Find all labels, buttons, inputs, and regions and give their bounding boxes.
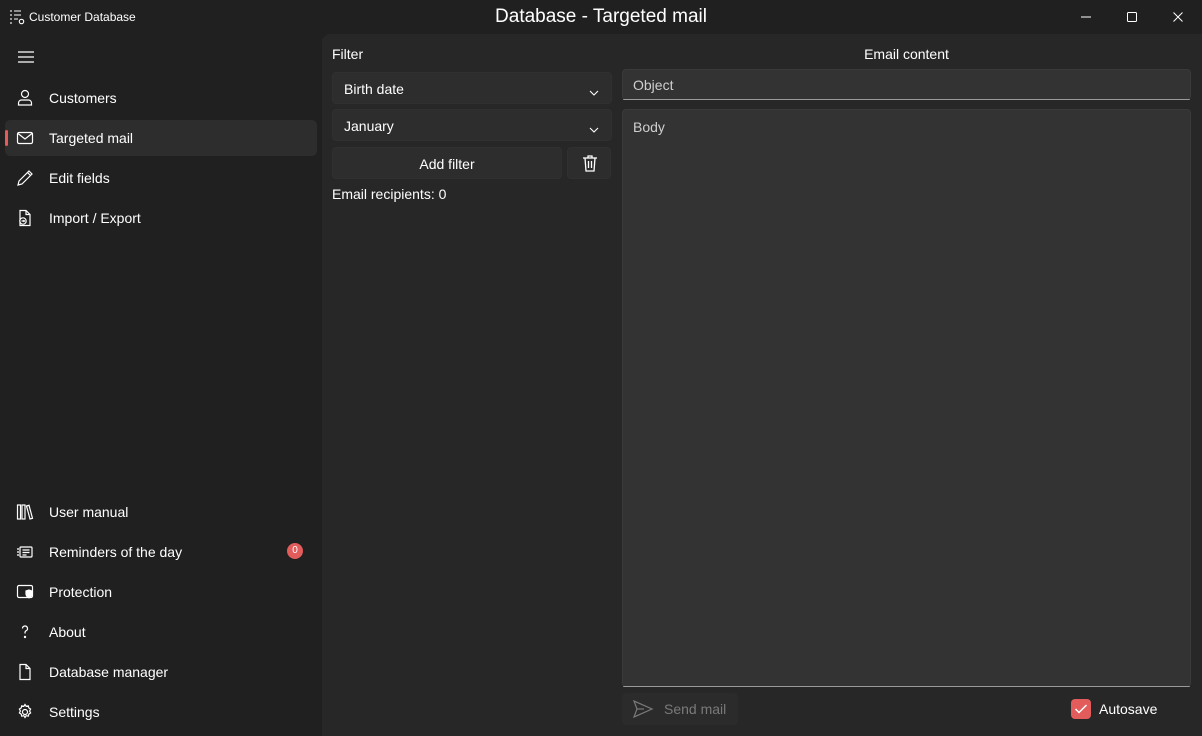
filter-month-select[interactable]: January bbox=[332, 109, 612, 141]
navigation-sidebar: Customers Targeted mail Edit fields Impo… bbox=[0, 34, 322, 736]
sidebar-item-label: Protection bbox=[49, 584, 113, 600]
autosave-label: Autosave bbox=[1099, 701, 1158, 717]
delete-filter-button[interactable] bbox=[567, 147, 611, 179]
sidebar-item-label: Database manager bbox=[49, 664, 169, 680]
sidebar-item-label: Edit fields bbox=[49, 170, 110, 186]
selection-indicator bbox=[5, 130, 8, 146]
gear-icon bbox=[15, 702, 35, 722]
input-underline bbox=[623, 686, 1190, 687]
sidebar-item-settings[interactable]: Settings bbox=[5, 694, 317, 730]
close-icon bbox=[1173, 12, 1183, 22]
sidebar-item-label: Import / Export bbox=[49, 210, 141, 226]
filter-month-value: January bbox=[344, 118, 394, 134]
sidebar-item-import-export[interactable]: Import / Export bbox=[5, 200, 317, 236]
document-icon bbox=[15, 662, 35, 682]
sidebar-item-label: Settings bbox=[49, 704, 100, 720]
add-filter-button[interactable]: Add filter bbox=[332, 147, 562, 179]
sidebar-item-user-manual[interactable]: User manual bbox=[5, 494, 317, 530]
hamburger-icon bbox=[18, 51, 34, 63]
add-filter-label: Add filter bbox=[419, 156, 475, 172]
input-underline bbox=[623, 99, 1190, 100]
chevron-down-icon bbox=[589, 121, 599, 139]
sidebar-item-label: Reminders of the day bbox=[49, 544, 183, 560]
send-icon bbox=[632, 699, 654, 724]
shield-icon bbox=[15, 582, 35, 602]
sidebar-item-customers[interactable]: Customers bbox=[5, 80, 317, 116]
email-content-heading: Email content bbox=[864, 46, 949, 62]
sidebar-item-targeted-mail[interactable]: Targeted mail bbox=[5, 120, 317, 156]
sidebar-item-about[interactable]: About bbox=[5, 614, 317, 650]
sidebar-item-edit-fields[interactable]: Edit fields bbox=[5, 160, 317, 196]
email-recipients-count: Email recipients: 0 bbox=[332, 186, 447, 202]
minimize-icon bbox=[1081, 16, 1091, 18]
trash-icon bbox=[580, 153, 600, 178]
email-body-input[interactable]: Body bbox=[622, 109, 1191, 687]
filter-field-select[interactable]: Birth date bbox=[332, 72, 612, 104]
autosave-checkbox[interactable] bbox=[1071, 699, 1091, 719]
sidebar-item-label: User manual bbox=[49, 504, 129, 520]
sidebar-item-label: About bbox=[49, 624, 86, 640]
sidebar-item-reminders[interactable]: Reminders of the day 0 bbox=[5, 534, 317, 570]
reminders-count-badge: 0 bbox=[287, 543, 303, 559]
import-export-icon bbox=[15, 208, 35, 228]
pencil-icon bbox=[15, 168, 35, 188]
minimize-button[interactable] bbox=[1063, 0, 1109, 34]
main-content: Filter Birth date January Add filter Ema… bbox=[322, 34, 1202, 736]
body-placeholder: Body bbox=[633, 119, 665, 135]
person-icon bbox=[15, 88, 35, 108]
question-icon bbox=[15, 622, 35, 642]
sidebar-item-label: Targeted mail bbox=[49, 130, 134, 146]
reminders-icon bbox=[15, 542, 35, 562]
filter-heading: Filter bbox=[332, 46, 364, 62]
checkmark-icon bbox=[1074, 704, 1088, 714]
email-object-input[interactable]: Object bbox=[622, 69, 1191, 100]
send-mail-button[interactable]: Send mail bbox=[622, 693, 738, 725]
window-title: Database - Targeted mail bbox=[495, 6, 707, 27]
sidebar-item-label: Customers bbox=[49, 90, 117, 106]
filter-field-value: Birth date bbox=[344, 81, 404, 97]
sidebar-item-database-manager[interactable]: Database manager bbox=[5, 654, 317, 690]
mail-icon bbox=[15, 128, 35, 148]
send-mail-label: Send mail bbox=[664, 701, 727, 717]
maximize-icon bbox=[1127, 12, 1137, 22]
maximize-button[interactable] bbox=[1109, 0, 1155, 34]
menu-toggle-button[interactable] bbox=[14, 46, 38, 68]
chevron-down-icon bbox=[589, 84, 599, 102]
title-bar: Customer Database Database - Targeted ma… bbox=[0, 0, 1202, 34]
close-button[interactable] bbox=[1155, 0, 1201, 34]
object-placeholder: Object bbox=[633, 77, 674, 93]
sidebar-item-protection[interactable]: Protection bbox=[5, 574, 317, 610]
library-icon bbox=[15, 502, 35, 522]
